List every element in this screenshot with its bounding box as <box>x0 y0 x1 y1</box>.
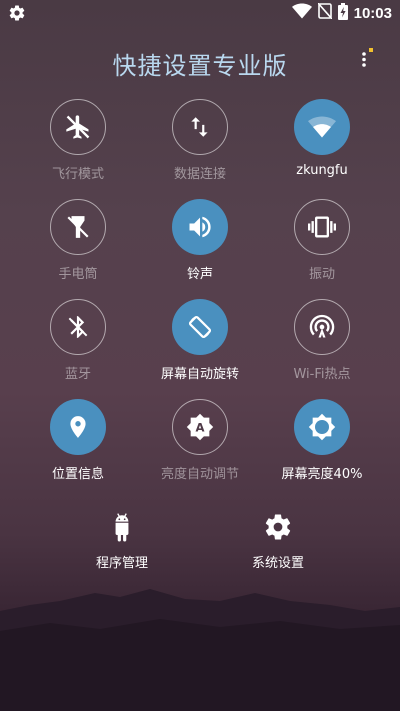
status-bar: 10:03 <box>0 0 400 26</box>
tile-location[interactable]: 位置信息 <box>18 399 138 499</box>
tile-auto-brightness[interactable]: A 亮度自动调节 <box>140 399 260 499</box>
settings-gear-icon <box>8 4 26 22</box>
volume-icon <box>172 199 228 255</box>
tile-hotspot[interactable]: Wi-Fi热点 <box>262 299 382 399</box>
tile-label: 振动 <box>308 267 335 282</box>
tile-label: 蓝牙 <box>64 367 91 382</box>
tile-wifi[interactable]: zkungfu <box>262 99 382 199</box>
mountain-silhouette <box>0 589 400 711</box>
tile-label: 位置信息 <box>51 467 104 482</box>
app-manager-button[interactable]: 程序管理 <box>62 512 182 571</box>
tile-label: 飞行模式 <box>51 167 104 182</box>
flashlight-icon <box>50 199 106 255</box>
data-transfer-icon <box>172 99 228 155</box>
location-icon <box>50 399 106 455</box>
status-time: 10:03 <box>353 4 392 22</box>
wifi-icon <box>294 99 350 155</box>
system-settings-button[interactable]: 系统设置 <box>218 512 338 571</box>
tile-label: 手电筒 <box>58 267 98 282</box>
screen-rotation-icon <box>172 299 228 355</box>
airplane-icon <box>50 99 106 155</box>
tile-label: zkungfu <box>296 163 348 178</box>
tile-label: 屏幕亮度40% <box>281 467 363 482</box>
brightness-icon <box>294 399 350 455</box>
wifi-status-icon <box>291 3 312 23</box>
svg-text:A: A <box>195 421 204 435</box>
hotspot-icon <box>294 299 350 355</box>
tile-bluetooth[interactable]: 蓝牙 <box>18 299 138 399</box>
tile-label: 数据连接 <box>173 167 226 182</box>
tile-flashlight[interactable]: 手电筒 <box>18 199 138 299</box>
tile-mobile-data[interactable]: 数据连接 <box>140 99 260 199</box>
tile-auto-rotate[interactable]: 屏幕自动旋转 <box>140 299 260 399</box>
tile-ringtone[interactable]: 铃声 <box>140 199 260 299</box>
tile-vibrate[interactable]: 振动 <box>262 199 382 299</box>
battery-charging-icon <box>337 2 348 24</box>
tile-label: 屏幕自动旋转 <box>160 367 239 382</box>
system-settings-label: 系统设置 <box>251 556 304 571</box>
overflow-menu-icon[interactable] <box>360 48 374 70</box>
page-title: 快捷设置专业版 <box>112 52 288 80</box>
tile-label: 铃声 <box>186 267 213 282</box>
no-sim-icon <box>317 2 333 23</box>
tile-brightness[interactable]: 屏幕亮度40% <box>262 399 382 499</box>
bluetooth-icon <box>50 299 106 355</box>
vibrate-icon <box>294 199 350 255</box>
gear-icon <box>218 512 338 546</box>
tile-label: Wi-Fi热点 <box>293 367 351 382</box>
auto-brightness-icon: A <box>172 399 228 455</box>
tile-label: 亮度自动调节 <box>160 467 239 482</box>
tile-airplane-mode[interactable]: 飞行模式 <box>18 99 138 199</box>
android-icon <box>62 512 182 546</box>
app-manager-label: 程序管理 <box>95 556 148 571</box>
